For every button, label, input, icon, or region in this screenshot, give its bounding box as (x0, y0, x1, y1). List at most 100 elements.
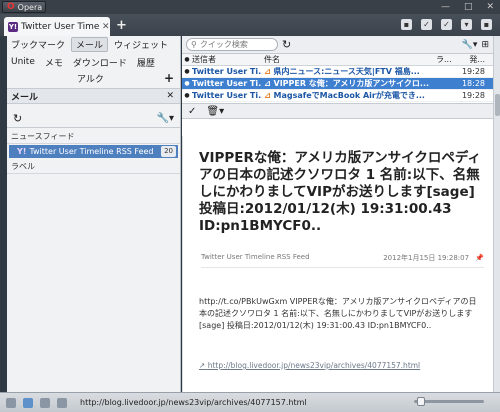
table-row[interactable]: ● Twitter User Ti... ⊿ MagsafeでMacBook A… (182, 90, 493, 102)
feed-label: Twitter User Timeline RSS Feed (29, 147, 154, 156)
unread-dot-icon: ● (184, 92, 190, 99)
nav-bookmarks[interactable]: ブックマーク (11, 38, 65, 51)
column-sent[interactable]: 発... (458, 54, 488, 65)
row-from: Twitter User Ti... (192, 67, 262, 76)
opera-logo-icon: O (7, 2, 15, 12)
article-scrollbar[interactable] (493, 36, 500, 392)
pin-icon[interactable]: 📌 (475, 254, 484, 262)
panel-nav-row1: ブックマーク メール ウィジェット (7, 36, 180, 52)
section-news-feeds[interactable]: ニュースフィード (7, 130, 180, 144)
article-date-group: 2012年1月15日 19:28:07 📌 (383, 253, 484, 263)
window-controls: — □ ✕ (441, 2, 494, 12)
row-time: 19:28 (461, 91, 485, 100)
nav-unite[interactable]: Unite (11, 57, 35, 67)
feed-unread-count: 20 (161, 146, 176, 157)
nav-mail[interactable]: メール (71, 36, 109, 52)
nav-aruku[interactable]: アルク (77, 72, 104, 85)
reader-toolbar: ✓ 🗑▾ (182, 103, 493, 119)
close-panel-icon[interactable]: ✕ (166, 91, 174, 101)
cloud-icon[interactable] (23, 397, 33, 408)
rss-icon: ⊿ (264, 79, 271, 88)
opera-menu-button[interactable]: O Opera (2, 1, 46, 13)
row-from: Twitter User Ti... (192, 79, 262, 88)
article-meta: Twitter User Timeline RSS Feed 2012年1月15… (201, 253, 484, 268)
tab-close-icon[interactable]: ✕ (102, 22, 110, 32)
tools-icon[interactable]: 🔧▾ (462, 40, 478, 50)
panel-toggle-icon[interactable] (6, 397, 16, 408)
article-view: VIPPERな俺：アメリカ版アンサイクロペディアの日本の記述クソワロタ 1 名前… (182, 136, 493, 392)
section-labels[interactable]: ラベル (7, 160, 180, 174)
nav-downloads[interactable]: ダウンロード (73, 56, 127, 69)
yahoo-feed-icon: Y! (17, 147, 27, 156)
search-row: ⚲ クイック検索 ↻ 🔧▾ ⊞ (182, 36, 493, 54)
external-link-icon: ↗ (199, 361, 206, 370)
new-tab-icon[interactable]: + (116, 18, 127, 33)
checkbox-icon-2[interactable]: ✓ (441, 19, 452, 30)
mail-panel-toolbar: ↻ 🔧▾ (7, 110, 180, 128)
table-row-selected[interactable]: ● Twitter User Ti... ⊿ VIPPER な俺：アメリカ版アン… (182, 78, 493, 90)
row-from: Twitter User Ti... (192, 91, 262, 100)
delete-icon[interactable]: 🗑▾ (206, 106, 224, 117)
expand-icon[interactable]: ⊞ (481, 40, 489, 50)
status-bar: http://blog.livedoor.jp/news23vip/archiv… (0, 392, 500, 412)
table-row[interactable]: ● Twitter User Ti... ⊿ 県内ニュース:ニュース天気|FTV… (182, 66, 493, 78)
search-icon: ⚲ (191, 40, 197, 49)
refresh-icon[interactable]: ↻ (13, 112, 22, 125)
nav-notes[interactable]: メモ (45, 56, 63, 69)
check-icon[interactable]: ✓ (188, 106, 196, 117)
refresh-icon[interactable]: ↻ (282, 38, 291, 51)
settings-icon[interactable]: 🔧▾ (157, 113, 174, 124)
panel-icon[interactable]: ▪ (481, 19, 492, 30)
unite-icon[interactable] (40, 397, 50, 408)
scrollbar-thumb[interactable] (495, 94, 500, 116)
rss-icon: ⊿ (264, 91, 271, 100)
article-link[interactable]: ↗ http://blog.livedoor.jp/news23vip/arch… (199, 361, 420, 370)
row-subject-text: MagsafeでMacBook Airが充電でき... (273, 91, 425, 100)
rss-icon: ⊿ (264, 67, 271, 76)
row-time: 18:28 (461, 79, 485, 88)
yahoo-icon: Y! (8, 21, 18, 32)
panel-nav-row2: Unite メモ ダウンロード 履歴 (7, 54, 180, 70)
column-from[interactable]: 送信者 (192, 54, 262, 65)
app-name: Opera (17, 2, 43, 12)
message-list-header: ● 送信者 件名 ラ... 発... (182, 54, 493, 66)
row-subject: ⊿ MagsafeでMacBook Airが充電でき... (262, 90, 434, 101)
row-time: 19:28 (461, 67, 485, 76)
tab-twitter-timeline[interactable]: Y! Twitter User Timeli... ✕ (4, 17, 110, 36)
tab-strip: Y! Twitter User Timeli... ✕ + ▪ ✓ ✓ ▾ ▪ (0, 14, 500, 36)
search-placeholder: クイック検索 (199, 40, 248, 49)
strip-icons: ▪ ✓ ✓ ▾ ▪ (401, 19, 492, 30)
panel-nav-row3: アルク + (7, 70, 180, 86)
row-subject: ⊿ VIPPER な俺：アメリカ版アンサイクロ... (262, 78, 434, 89)
turbo-icon[interactable] (57, 397, 67, 408)
row-subject-text: 県内ニュース:ニュース天気|FTV 福島... (273, 67, 420, 76)
article-link-text[interactable]: http://blog.livedoor.jp/news23vip/archiv… (208, 361, 420, 370)
read-status-icon: ● (184, 56, 190, 63)
tab-title: Twitter User Timeli... (21, 21, 99, 32)
maximize-icon[interactable]: □ (464, 2, 473, 12)
add-panel-icon[interactable]: + (164, 71, 174, 85)
close-icon[interactable]: ✕ (486, 2, 494, 12)
nav-widgets[interactable]: ウィジェット (114, 38, 168, 51)
article-source: Twitter User Timeline RSS Feed (201, 253, 310, 261)
nav-history[interactable]: 履歴 (137, 56, 155, 69)
speed-dial-icon[interactable]: ▪ (401, 19, 412, 30)
mail-view: ⚲ クイック検索 ↻ 🔧▾ ⊞ ● 送信者 件名 ラ... 発... ● Twi… (182, 36, 493, 392)
quick-search-input[interactable]: ⚲ クイック検索 (186, 38, 278, 51)
unread-dot-icon: ● (184, 68, 190, 75)
zoom-slider-knob[interactable] (417, 397, 425, 406)
zoom-slider[interactable] (414, 397, 484, 406)
minimize-icon[interactable]: — (441, 2, 450, 12)
checkbox-icon[interactable]: ✓ (421, 19, 432, 30)
mail-panel-title: メール (11, 92, 39, 103)
trash-icon[interactable]: ▾ (461, 19, 472, 30)
row-subject-text: VIPPER な俺：アメリカ版アンサイクロ... (273, 79, 430, 88)
status-url: http://blog.livedoor.jp/news23vip/archiv… (80, 398, 307, 407)
column-subject[interactable]: 件名 (262, 54, 434, 65)
column-label[interactable]: ラ... (434, 54, 458, 65)
mail-panel-header: メール ✕ (7, 88, 180, 104)
feed-item-twitter[interactable]: Y! Twitter User Timeline RSS Feed 20 (9, 145, 178, 158)
title-bar: O Opera — □ ✕ (0, 0, 500, 14)
article-body: http://t.co/PBkUwGxm VIPPERな俺：アメリカ版アンサイク… (199, 297, 477, 330)
article-date: 2012年1月15日 19:28:07 (383, 254, 470, 262)
